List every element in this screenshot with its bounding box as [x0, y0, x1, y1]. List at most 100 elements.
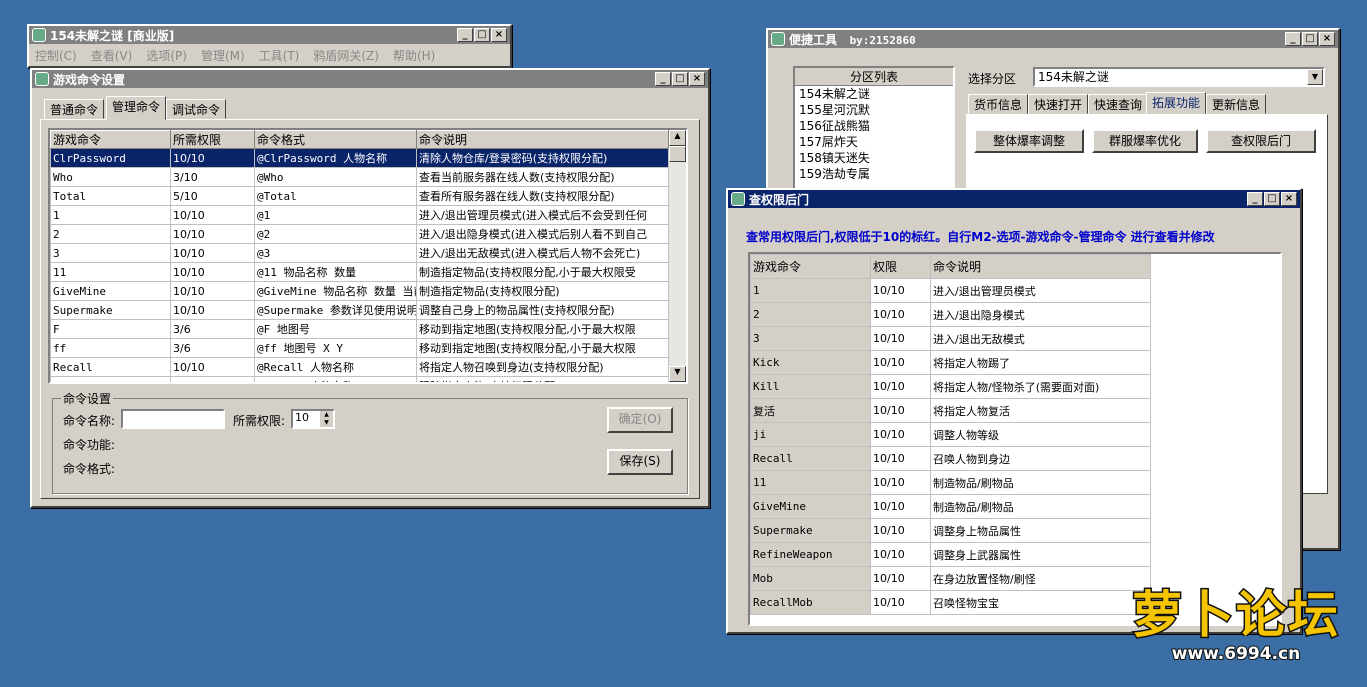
table-row[interactable]: 复活 10/10 将指定人物复活	[750, 398, 1151, 423]
vertical-scrollbar[interactable]: ▲ ▼	[669, 130, 686, 382]
tab-updates[interactable]: 更新信息	[1206, 94, 1267, 114]
permission-value: 10	[295, 411, 309, 424]
permission-backdoor-button[interactable]: 查权限后门	[1206, 129, 1316, 153]
table-row[interactable]: ji 10/10 调整人物等级	[750, 422, 1151, 447]
table-row[interactable]: Total 5/10 @Total 查看所有服务器在线人数(支持权限分配)	[50, 186, 669, 206]
col-description[interactable]: 命令说明	[930, 254, 1151, 279]
maximize-button[interactable]: □	[1302, 32, 1318, 46]
maximize-button[interactable]: □	[474, 28, 490, 42]
col-permission[interactable]: 所需权限	[170, 130, 255, 149]
tab-currency[interactable]: 货币信息	[968, 94, 1029, 114]
col-description[interactable]: 命令说明	[416, 130, 669, 149]
chevron-down-icon[interactable]: ▼	[1307, 69, 1323, 85]
col-format[interactable]: 命令格式	[254, 130, 417, 149]
table-cell: 调整自己身上的物品属性(支持权限分配)	[416, 300, 669, 320]
scroll-up-arrow-icon[interactable]: ▲	[669, 130, 686, 146]
tab-debug-commands[interactable]: 调试命令	[166, 99, 227, 119]
scroll-down-arrow-icon[interactable]: ▼	[669, 366, 686, 382]
scroll-thumb[interactable]	[669, 146, 686, 162]
minimize-button[interactable]: _	[457, 28, 473, 42]
perm-titlebar[interactable]: 查权限后门 _ □ ×	[728, 190, 1300, 208]
table-row[interactable]: Kick 10/10 将指定人物踢了	[750, 350, 1151, 375]
group-drop-optimize-button[interactable]: 群服爆率优化	[1092, 129, 1198, 153]
zone-select[interactable]: 154未解之谜 ▼	[1033, 67, 1325, 87]
table-row[interactable]: Mob 10/10 在身边放置怪物/刷怪	[750, 566, 1151, 591]
list-item[interactable]: 154未解之谜	[799, 86, 953, 102]
table-cell: @Recall 人物名称	[254, 357, 417, 377]
confirm-button[interactable]: 确定(O)	[607, 407, 673, 433]
table-row[interactable]: ff 3/6 @ff 地图号 X Y 移动到指定地图(支持权限分配,小于最大权限	[50, 338, 669, 358]
table-cell: 10/10	[870, 302, 931, 327]
list-item[interactable]: 155星河沉默	[799, 102, 953, 118]
table-cell: Supermake	[50, 300, 171, 320]
tab-quick-open[interactable]: 快速打开	[1028, 94, 1089, 114]
table-row[interactable]: 11 10/10 制造物品/刷物品	[750, 470, 1151, 495]
col-command[interactable]: 游戏命令	[50, 130, 171, 149]
menu-help[interactable]: 帮助(H)	[393, 47, 435, 64]
menu-gateway[interactable]: 鸦盾网关(Z)	[313, 47, 379, 64]
tab-normal-commands[interactable]: 普通命令	[44, 99, 105, 119]
table-row[interactable]: GiveMine 10/10 @GiveMine 物品名称 数量 当前 制造指定物品(…	[50, 281, 669, 301]
close-button[interactable]: ×	[1281, 192, 1297, 206]
table-row[interactable]: Supermake 10/10 调整身上物品属性	[750, 518, 1151, 543]
menu-tools[interactable]: 工具(T)	[259, 47, 300, 64]
table-row[interactable]: 3 10/10 进入/退出无敌模式	[750, 326, 1151, 351]
tool-app-icon	[771, 32, 785, 46]
table-row[interactable]: Kill 10/10 将指定人物/怪物杀了(需要面对面)	[750, 374, 1151, 399]
table-row[interactable]: RefineWeapon 10/10 调整身上武器属性	[750, 542, 1151, 567]
server-list-header[interactable]: 分区列表	[795, 68, 953, 86]
table-row[interactable]: ClrPassword 10/10 @ClrPassword 人物名称 清除人物仓库/…	[50, 148, 669, 168]
table-row[interactable]: ReGoto10/10@ReGoto 人物名称跟踪指定人物(支持权限分配)	[50, 376, 669, 382]
stepper-arrows-icon[interactable]: ▲ ▼	[320, 411, 333, 427]
table-row[interactable]: Who 3/10 @Who 查看当前服务器在线人数(支持权限分配)	[50, 167, 669, 187]
menu-manage[interactable]: 管理(M)	[201, 47, 245, 64]
table-cell: Kill	[750, 374, 871, 399]
tool-titlebar[interactable]: 便捷工具 by:2152860 _ □ ×	[768, 30, 1338, 48]
gcw-title: 游戏命令设置	[53, 72, 126, 87]
close-button[interactable]: ×	[1319, 32, 1335, 46]
menu-view[interactable]: 查看(V)	[91, 47, 133, 64]
menu-control[interactable]: 控制(C)	[35, 47, 77, 64]
table-row[interactable]: RecallMob 10/10 召唤怪物宝宝	[750, 590, 1151, 615]
table-row[interactable]: 2 10/10 进入/退出隐身模式	[750, 302, 1151, 327]
table-row[interactable]: 11 10/10 @11 物品名称 数量 制造指定物品(支持权限分配,小于最大权限受	[50, 262, 669, 282]
col-permission[interactable]: 权限	[870, 254, 931, 279]
table-cell: 制造物品/刷物品	[930, 470, 1151, 495]
maximize-button[interactable]: □	[1264, 192, 1280, 206]
group-title: 命令设置	[61, 390, 114, 407]
tab-admin-commands[interactable]: 管理命令	[106, 96, 167, 120]
table-cell: 进入/退出无敌模式	[930, 326, 1151, 351]
gcw-titlebar[interactable]: 游戏命令设置 _ □ ×	[32, 70, 708, 88]
col-command[interactable]: 游戏命令	[750, 254, 871, 279]
table-cell: 10/10	[870, 278, 931, 303]
tab-quick-query[interactable]: 快速查询	[1088, 94, 1149, 114]
list-item[interactable]: 157屌炸天	[799, 134, 953, 150]
maximize-button[interactable]: □	[672, 72, 688, 86]
table-row[interactable]: Supermake 10/10 @Supermake 参数详见使用说明 调整自己身上的…	[50, 300, 669, 320]
drop-rate-adjust-button[interactable]: 整体爆率调整	[974, 129, 1084, 153]
main-titlebar[interactable]: 154未解之谜 [商业版] _ □ ×	[29, 26, 510, 44]
permission-stepper[interactable]: 10 ▲ ▼	[291, 409, 335, 429]
close-button[interactable]: ×	[689, 72, 705, 86]
close-button[interactable]: ×	[491, 28, 507, 42]
command-name-input[interactable]	[121, 409, 225, 429]
minimize-button[interactable]: _	[655, 72, 671, 86]
tab-extensions[interactable]: 拓展功能	[1146, 92, 1207, 114]
minimize-button[interactable]: _	[1247, 192, 1263, 206]
list-item[interactable]: 156征战熊猫	[799, 118, 953, 134]
table-row[interactable]: F 3/6 @F 地图号 移动到指定地图(支持权限分配,小于最大权限	[50, 319, 669, 339]
menu-options[interactable]: 选项(P)	[146, 47, 187, 64]
table-cell: 召唤人物到身边	[930, 446, 1151, 471]
minimize-button[interactable]: _	[1285, 32, 1301, 46]
list-item[interactable]: 159浩劫专属	[799, 166, 953, 182]
table-cell: 进入/退出隐身模式(进入模式后别人看不到自己	[416, 224, 669, 244]
list-item[interactable]: 158镇天迷失	[799, 150, 953, 166]
save-button[interactable]: 保存(S)	[607, 449, 673, 475]
table-row[interactable]: 1 10/10 @1 进入/退出管理员模式(进入模式后不会受到任何	[50, 205, 669, 225]
table-row[interactable]: 1 10/10 进入/退出管理员模式	[750, 278, 1151, 303]
table-row[interactable]: 2 10/10 @2 进入/退出隐身模式(进入模式后别人看不到自己	[50, 224, 669, 244]
table-row[interactable]: 3 10/10 @3 进入/退出无敌模式(进入模式后人物不会死亡)	[50, 243, 669, 263]
table-row[interactable]: Recall 10/10 召唤人物到身边	[750, 446, 1151, 471]
table-row[interactable]: GiveMine 10/10 制造物品/刷物品	[750, 494, 1151, 519]
table-row[interactable]: Recall 10/10 @Recall 人物名称 将指定人物召唤到身边(支持权限分配…	[50, 357, 669, 377]
